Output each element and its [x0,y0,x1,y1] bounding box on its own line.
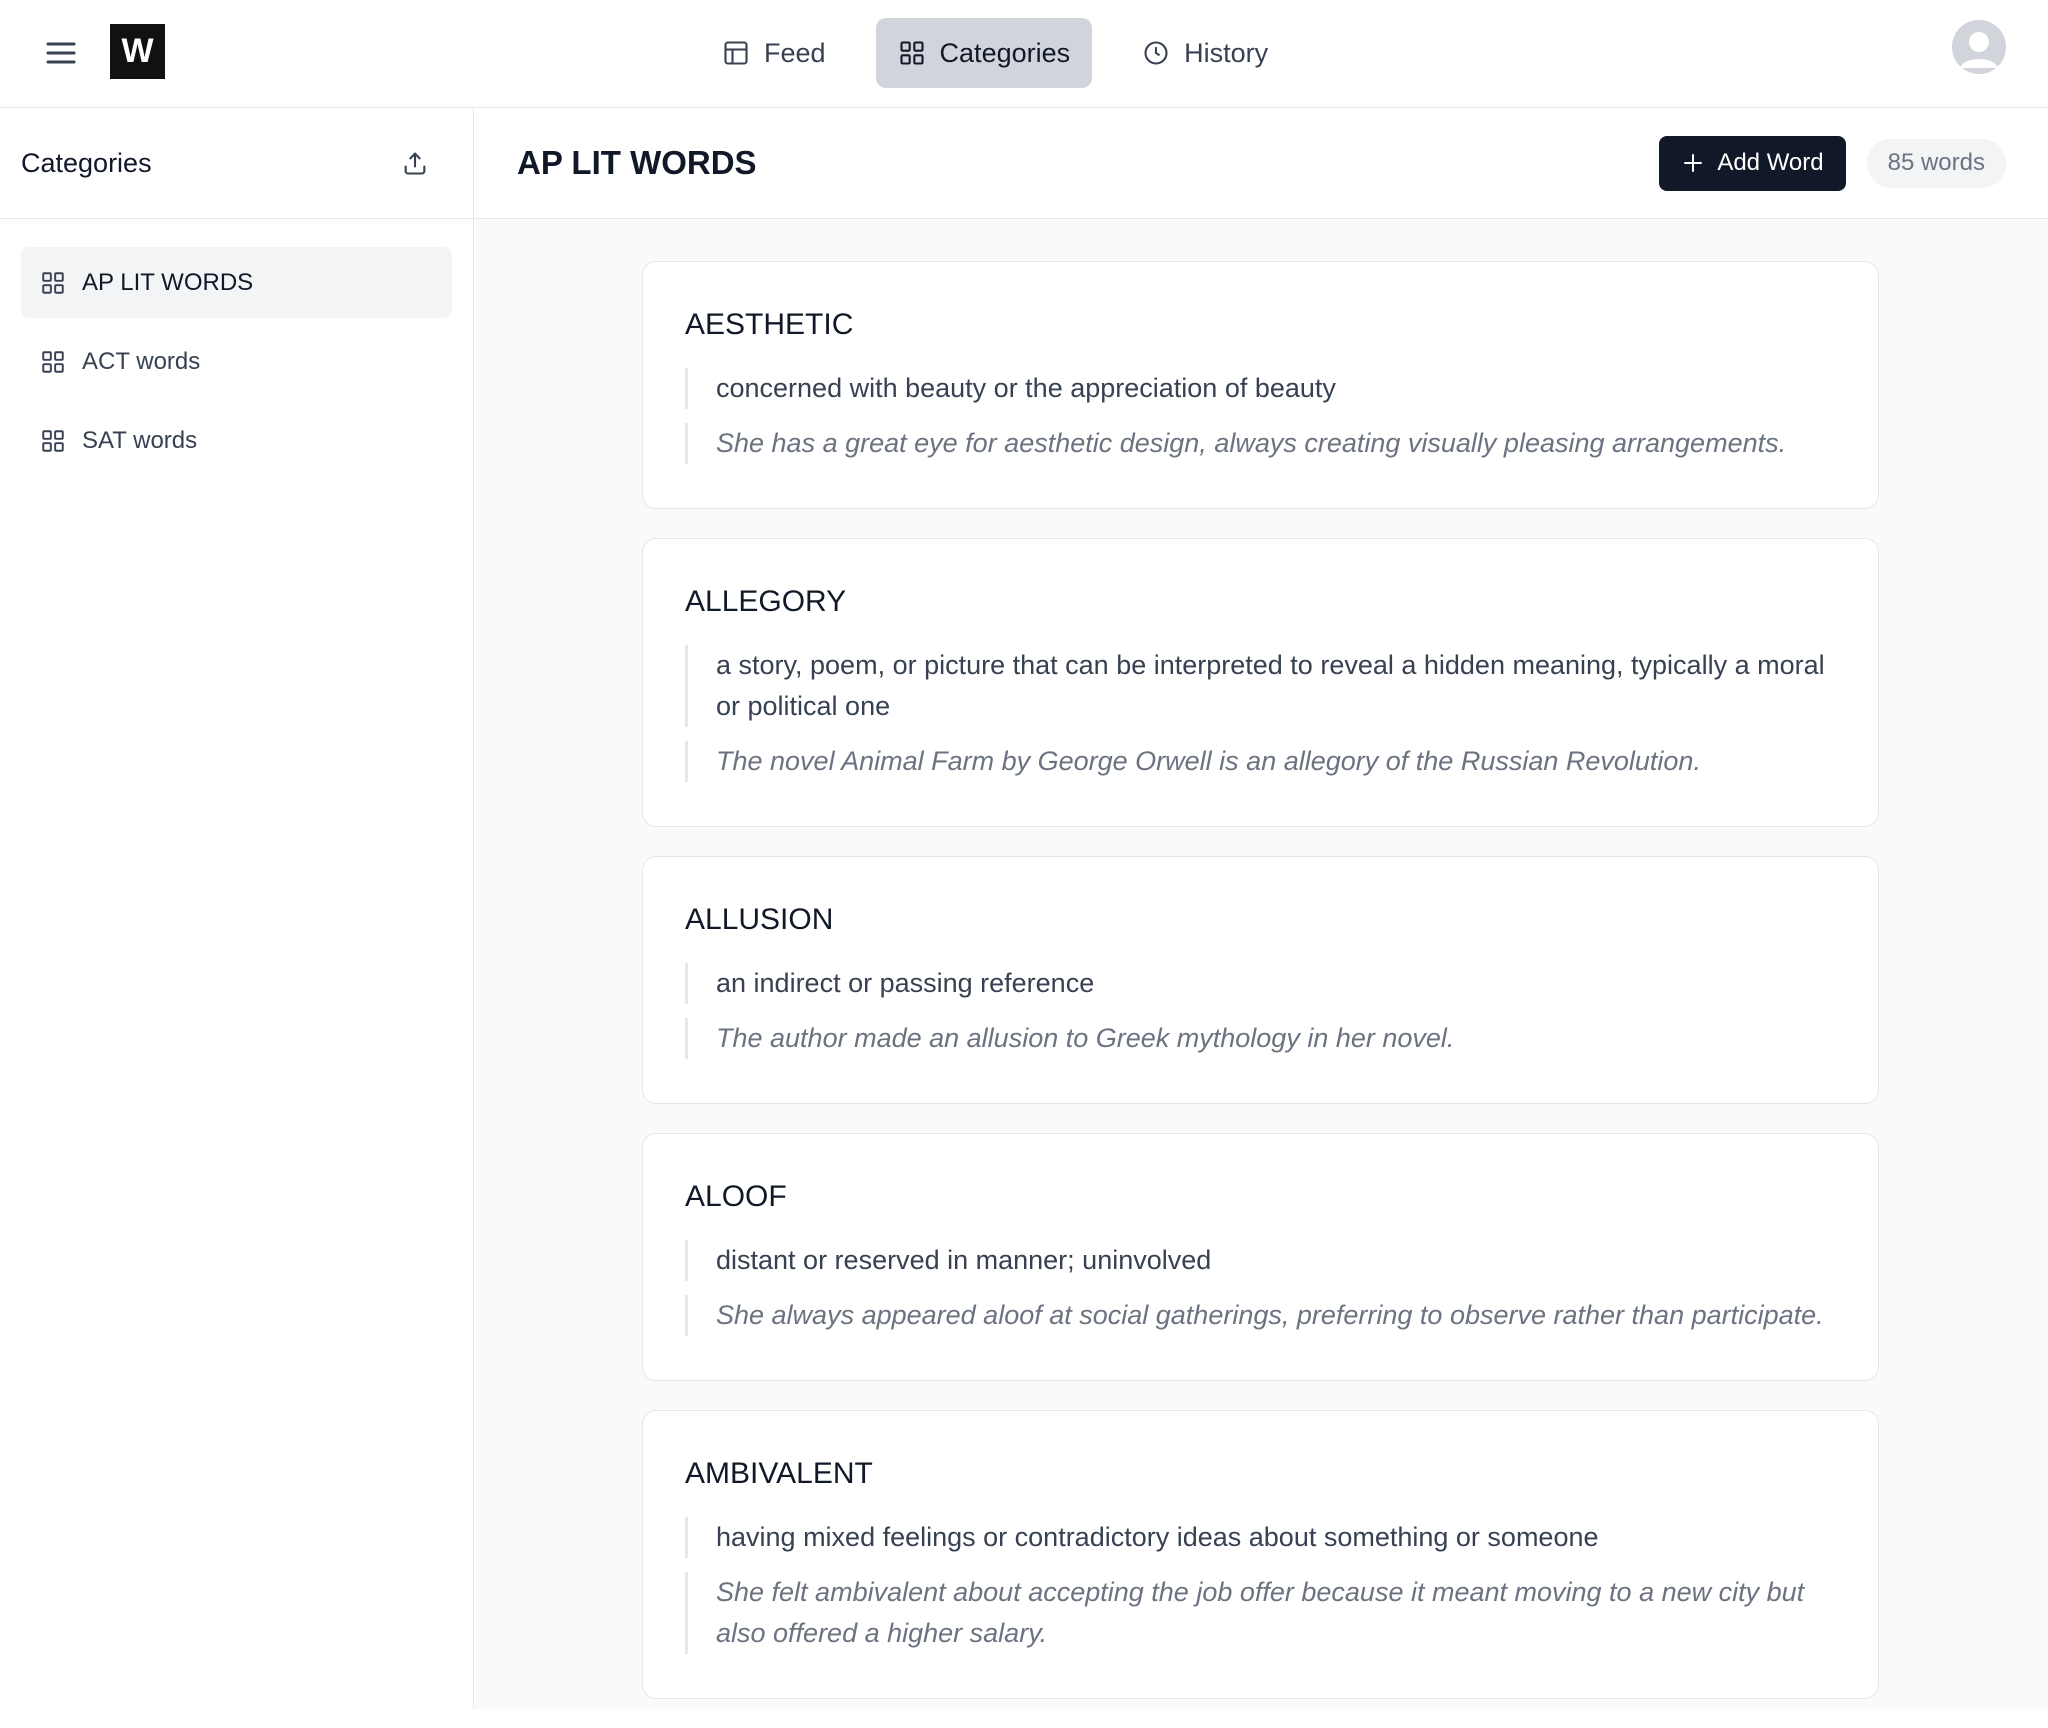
word-count-badge: 85 words [1866,138,2006,188]
word-title: ALLEGORY [685,585,847,618]
sidebar-item-label: ACT words [82,347,201,375]
category-list: AP LIT WORDS ACT words SAT words [0,219,473,512]
sidebar-item-sat-words[interactable]: SAT words [21,405,452,476]
grid-icon [42,429,64,452]
word-card[interactable]: AESTHETIC concerned with beauty or the a… [642,261,1879,509]
word-card[interactable]: AMBIVALENT having mixed feelings or cont… [642,1410,1879,1699]
sidebar: Categories AP LIT WORDS ACT words SAT wo… [0,108,474,1709]
grid-icon [899,41,924,65]
grid-icon [42,350,64,373]
word-example: She felt ambivalent about accepting the … [685,1572,1836,1654]
tab-history[interactable]: History [1120,18,1290,88]
sidebar-title: Categories [21,147,152,178]
word-example: The novel Animal Farm by George Orwell i… [685,741,1836,782]
page-title: AP LIT WORDS [517,144,757,181]
tab-categories-label: Categories [939,37,1071,68]
word-example: She has a great eye for aesthetic design… [685,423,1836,464]
logo-text: W [121,32,154,70]
word-card[interactable]: ALLEGORY a story, poem, or picture that … [642,538,1879,827]
word-definition: a story, poem, or picture that can be in… [685,645,1836,727]
upload-icon [404,152,426,175]
sidebar-item-act-words[interactable]: ACT words [21,326,452,397]
tab-feed-label: Feed [764,37,826,68]
plus-icon [1684,154,1703,172]
word-definition: an indirect or passing reference [685,963,1836,1004]
sidebar-item-ap-lit-words[interactable]: AP LIT WORDS [21,247,452,318]
word-example: The author made an allusion to Greek myt… [685,1018,1836,1059]
word-example: She always appeared aloof at social gath… [685,1295,1836,1336]
tab-feed[interactable]: Feed [700,18,848,88]
tab-categories[interactable]: Categories [875,18,1093,88]
word-title: ALOOF [685,1180,787,1213]
main-content: AP LIT WORDS Add Word 85 words AESTHETIC… [475,108,2048,1709]
top-navigation-bar: W Feed Categories History [0,0,2048,108]
add-word-label: Add Word [1717,149,1824,176]
word-card[interactable]: ALLUSION an indirect or passing referenc… [642,856,1879,1104]
word-title: ALLUSION [685,903,834,936]
word-card[interactable]: ALOOF distant or reserved in manner; uni… [642,1133,1879,1381]
word-title: AESTHETIC [685,308,854,341]
clock-icon [1144,41,1168,65]
main-header: AP LIT WORDS Add Word 85 words [475,108,2048,219]
add-word-button[interactable]: Add Word [1659,135,1846,191]
sidebar-item-label: AP LIT WORDS [82,268,254,296]
hamburger-menu-icon[interactable] [42,34,80,72]
word-definition: distant or reserved in manner; uninvolve… [685,1240,1836,1281]
app-logo[interactable]: W [110,24,165,79]
main-nav: Feed Categories History [700,18,1290,88]
grid-icon [42,271,64,294]
user-avatar[interactable] [1952,20,2006,74]
sidebar-item-label: SAT words [82,426,198,454]
word-card-list: AESTHETIC concerned with beauty or the a… [642,261,1879,1728]
sidebar-header: Categories [0,108,473,219]
word-definition: having mixed feelings or contradictory i… [685,1517,1836,1558]
tab-history-label: History [1184,37,1269,68]
word-definition: concerned with beauty or the appreciatio… [685,368,1836,409]
upload-button[interactable] [397,145,433,181]
user-icon [1952,20,2006,74]
word-title: AMBIVALENT [685,1457,873,1490]
feed-icon [724,41,748,65]
